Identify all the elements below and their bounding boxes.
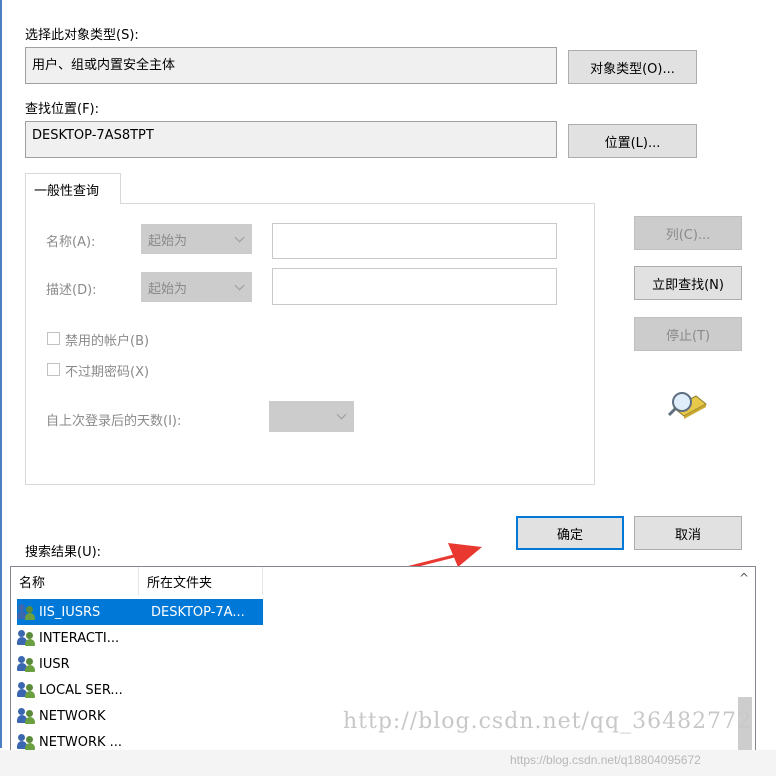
table-row[interactable]: INTERACTI... [17, 625, 119, 651]
description-input[interactable] [272, 268, 557, 305]
group-icon [17, 656, 37, 672]
location-label: 查找位置(F): [25, 102, 100, 117]
cancel-button[interactable]: 取消 [634, 516, 742, 550]
table-row[interactable]: NETWORK ... [17, 729, 123, 750]
location-field: DESKTOP-7AS8TPT [25, 121, 557, 158]
row-name: NETWORK ... [39, 734, 123, 750]
column-header-name[interactable]: 名称 [11, 567, 139, 595]
table-row[interactable]: NETWORK [17, 703, 106, 729]
find-now-button[interactable]: 立即查找(N) [634, 266, 742, 300]
group-icon [17, 682, 37, 698]
days-since-logon-select[interactable] [269, 401, 354, 432]
row-name: IUSR [39, 656, 70, 672]
columns-button[interactable]: 列(C)... [634, 216, 742, 250]
search-magnifier-icon [667, 392, 707, 419]
object-type-field: 用户、组或内置安全主体 [25, 47, 557, 84]
disabled-accounts-label: 禁用的帐户(B) [65, 334, 150, 349]
days-since-logon-label: 自上次登录后的天数(I): [46, 414, 182, 429]
row-name: NETWORK [39, 708, 106, 724]
ok-button[interactable]: 确定 [516, 516, 624, 550]
column-header-folder[interactable]: 所在文件夹 [139, 567, 263, 595]
description-mode-value: 起始为 [148, 281, 188, 297]
watermark-corner: https://blog.csdn.net/q18804095672 [510, 753, 701, 767]
group-icon [17, 708, 37, 724]
description-label: 描述(D): [46, 283, 97, 298]
window-left-edge [0, 0, 2, 748]
row-name: LOCAL SER... [39, 682, 123, 698]
stop-button[interactable]: 停止(T) [634, 317, 742, 351]
table-row[interactable]: IUSR [17, 651, 70, 677]
name-label: 名称(A): [46, 235, 96, 250]
chevron-down-icon [234, 280, 245, 291]
non-expiring-password-label: 不过期密码(X) [65, 365, 150, 380]
disabled-accounts-checkbox[interactable] [47, 332, 60, 345]
name-input[interactable] [272, 223, 557, 259]
group-icon [17, 630, 37, 646]
name-mode-select[interactable]: 起始为 [141, 224, 252, 254]
chevron-down-icon [234, 232, 245, 243]
non-expiring-password-checkbox[interactable] [47, 363, 60, 376]
table-row[interactable]: LOCAL SER... [17, 677, 123, 703]
object-type-label: 选择此对象类型(S): [25, 28, 139, 43]
name-mode-value: 起始为 [148, 233, 188, 249]
row-folder: DESKTOP-7A... [151, 604, 245, 620]
description-mode-select[interactable]: 起始为 [141, 272, 252, 302]
search-results-label: 搜索结果(U): [25, 545, 102, 560]
watermark-main: http://blog.csdn.net/qq_36482772 [343, 709, 753, 734]
tab-general-query[interactable]: 一般性查询 [25, 173, 121, 204]
table-row[interactable]: IIS_IUSRS DESKTOP-7A... [17, 599, 263, 625]
chevron-down-icon [336, 409, 347, 420]
scroll-up-button[interactable]: ^ [737, 571, 751, 587]
group-icon [17, 604, 37, 620]
row-name: IIS_IUSRS [39, 604, 101, 620]
row-name: INTERACTI... [39, 630, 120, 646]
locations-button[interactable]: 位置(L)... [568, 124, 697, 158]
group-icon [17, 734, 37, 750]
object-types-button[interactable]: 对象类型(O)... [568, 50, 697, 84]
